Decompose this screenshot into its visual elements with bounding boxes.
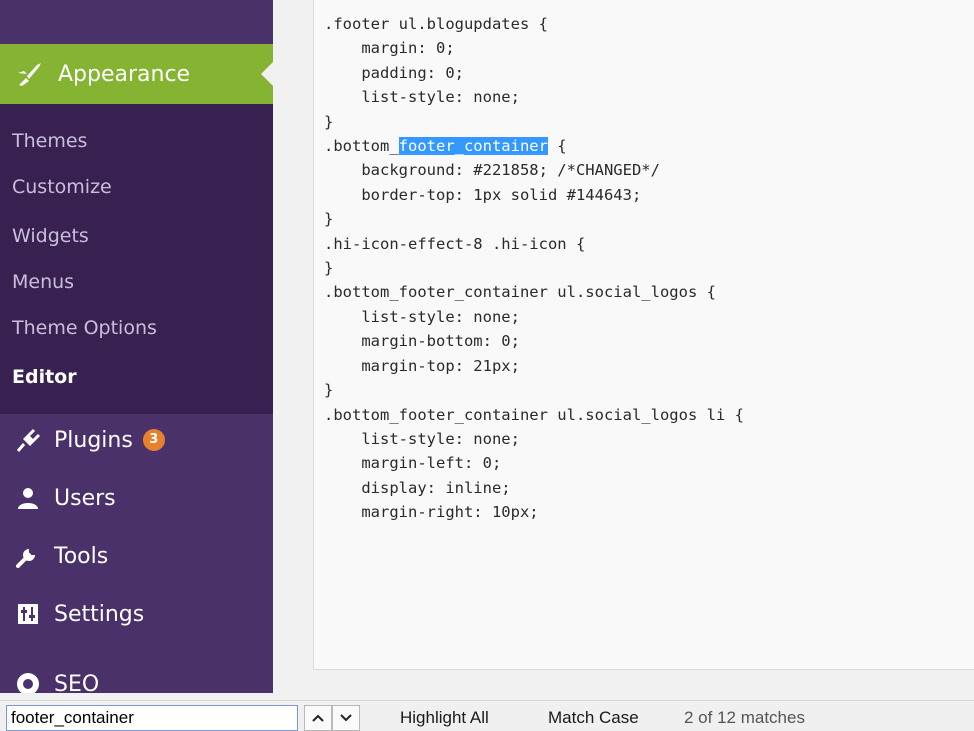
submenu-item-customize[interactable]: Customize (12, 176, 112, 198)
code-line: } (324, 210, 334, 229)
submenu-item-themes[interactable]: Themes (12, 130, 87, 152)
sidebar-item-label: Plugins (54, 427, 133, 453)
seo-icon (12, 668, 44, 693)
search-match-highlight: footer_container (398, 137, 548, 156)
users-icon (12, 482, 44, 514)
chevron-down-icon (340, 714, 352, 722)
sidebar-item-appearance[interactable]: Appearance (0, 44, 273, 104)
paintbrush-icon (12, 56, 48, 92)
code-line: margin-right: 10px; (324, 503, 539, 522)
sidebar-item-tools[interactable]: Tools (12, 540, 108, 572)
code-line: .bottom_footer_container ul.social_logos… (324, 283, 716, 302)
find-next-button[interactable] (332, 705, 360, 731)
submenu-item-editor[interactable]: Editor (12, 366, 77, 388)
code-line: padding: 0; (324, 63, 464, 82)
chevron-up-icon (312, 714, 324, 722)
find-previous-button[interactable] (304, 705, 332, 731)
submenu-item-widgets[interactable]: Widgets (12, 225, 89, 247)
sidebar-item-seo[interactable]: SEO (12, 668, 99, 693)
code-line: margin-top: 21px; (324, 356, 520, 375)
code-line: list-style: none; (324, 88, 520, 107)
code-line: margin-left: 0; (324, 454, 502, 473)
code-line: } (324, 112, 334, 131)
submenu-item-theme-options[interactable]: Theme Options (12, 317, 157, 339)
match-case-button[interactable]: Match Case (548, 708, 639, 728)
code-line: .bottom_footer_container { (324, 137, 567, 156)
sidebar-item-label: Settings (54, 601, 145, 627)
code-line: .footer ul.blogupdates { (324, 15, 548, 33)
code-line: .bottom_footer_container ul.social_logos… (324, 405, 744, 424)
sidebar-top-strip (0, 0, 273, 44)
code-text: { (547, 137, 567, 156)
appearance-submenu: Themes Customize Widgets Menus Theme Opt… (0, 104, 273, 414)
find-bar: Highlight All Match Case 2 of 12 matches (0, 700, 974, 731)
admin-sidebar: Appearance Themes Customize Widgets Menu… (0, 0, 273, 693)
find-input[interactable] (6, 705, 298, 731)
current-menu-pointer (261, 62, 273, 86)
code-line: display: inline; (324, 478, 511, 497)
highlight-all-button[interactable]: Highlight All (400, 708, 489, 728)
plugin-icon (12, 424, 44, 456)
sidebar-item-settings[interactable]: Settings (12, 598, 144, 630)
update-count-badge: 3 (142, 429, 165, 451)
sidebar-item-label: SEO (54, 671, 100, 694)
theme-file-editor[interactable]: .footer ul.blogupdates { margin: 0; padd… (313, 0, 974, 670)
code-line: margin: 0; (324, 39, 455, 58)
submenu-item-menus[interactable]: Menus (12, 271, 74, 293)
code-line: margin-bottom: 0; (324, 332, 520, 351)
code-line: border-top: 1px solid #144643; (324, 185, 642, 204)
code-line: list-style: none; (324, 307, 520, 326)
code-line: .hi-icon-effect-8 .hi-icon { (324, 234, 586, 253)
sidebar-item-label: Users (54, 485, 116, 511)
sidebar-item-plugins[interactable]: Plugins 3 (12, 424, 165, 456)
code-line: } (324, 259, 334, 278)
code-line: } (324, 381, 334, 400)
sidebar-item-label: Appearance (58, 61, 191, 87)
sidebar-item-label: Tools (54, 543, 109, 569)
wrench-icon (12, 540, 44, 572)
code-line: list-style: none; (324, 429, 520, 448)
sidebar-item-users[interactable]: Users (12, 482, 116, 514)
settings-icon (12, 598, 44, 630)
code-content[interactable]: .footer ul.blogupdates { margin: 0; padd… (324, 12, 744, 525)
match-count-status: 2 of 12 matches (684, 708, 805, 727)
code-line: background: #221858; /*CHANGED*/ (324, 161, 660, 180)
code-text: .bottom_ (324, 137, 399, 156)
